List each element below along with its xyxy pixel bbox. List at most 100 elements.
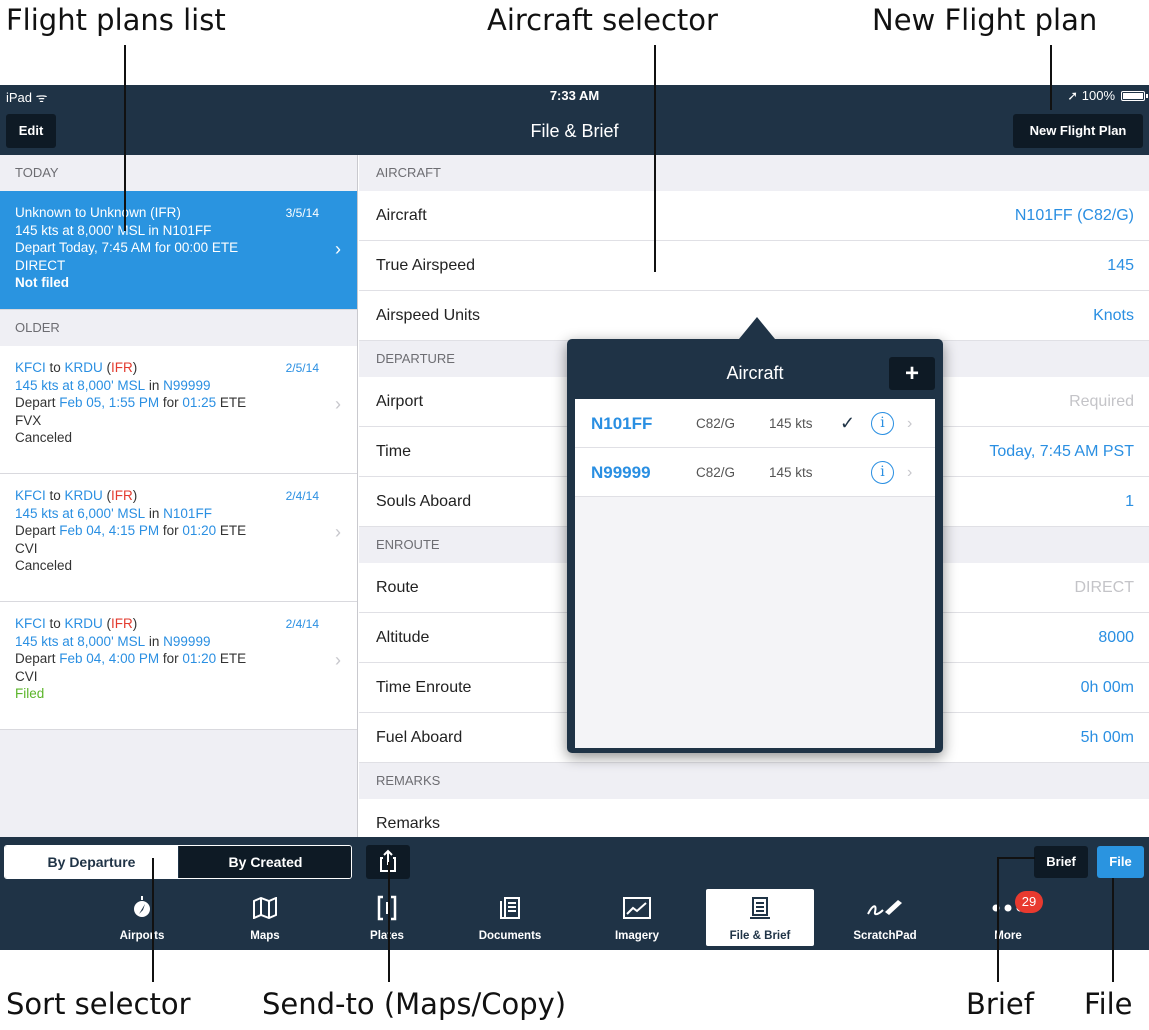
file-button[interactable]: File — [1097, 846, 1144, 878]
aircraft-type: C82/G — [696, 416, 736, 431]
route-field[interactable]: DIRECT — [1074, 563, 1134, 613]
tab-plates[interactable]: Plates — [333, 889, 441, 946]
time-value: Today, 7:45 AM PST — [989, 443, 1134, 460]
popover-arrow — [739, 317, 775, 339]
chevron-right-icon: › — [907, 415, 913, 432]
chevron-right-icon: › — [335, 394, 341, 414]
battery-icon — [1121, 91, 1148, 101]
section-header-older: OLDER — [0, 310, 357, 346]
imagery-icon — [623, 897, 651, 919]
file-brief-icon — [750, 897, 770, 919]
tab-documents[interactable]: Documents — [456, 889, 564, 946]
callout-sort-selector: Sort selector — [6, 987, 191, 1021]
callout-line-flight-plans — [124, 45, 126, 231]
plan-speed-altitude: 145 kts at 8,000' MSL in N101FF — [15, 222, 212, 238]
add-aircraft-button[interactable]: + — [889, 357, 935, 390]
aircraft-speed: 145 kts — [769, 465, 813, 480]
aircraft-tail: N101FF — [591, 414, 653, 433]
ipad-screen: iPad ᯤ 7:33 AM ➚ 100% Edit File & Brief … — [0, 85, 1149, 950]
status-bar: iPad ᯤ 7:33 AM ➚ 100% — [0, 85, 1149, 107]
aircraft-list-item[interactable]: N101FF C82/G 145 kts ✓ i › — [575, 399, 935, 448]
aircraft-value: N101FF (C82/G) — [1014, 207, 1134, 224]
flight-plan-row-selected[interactable]: Unknown to Unknown (IFR) 3/5/14 145 kts … — [0, 191, 357, 310]
callout-line-new-flight-plan — [1050, 45, 1052, 110]
plan-status: Filed — [15, 686, 45, 701]
plan-route: FVX — [15, 412, 42, 428]
plan-speed-altitude: 145 kts at 8,000' MSL in N99999 — [15, 633, 211, 649]
aircraft-selector-popover: Aircraft + N101FF C82/G 145 kts ✓ i › N9… — [567, 317, 943, 753]
status-right: ➚ 100% — [1067, 88, 1115, 103]
tab-bar: Airports Maps Plates Documents Imagery F… — [0, 887, 1149, 950]
callout-flight-plans-list: Flight plans list — [6, 3, 226, 37]
tab-imagery[interactable]: Imagery — [583, 889, 691, 946]
plan-speed-altitude: 145 kts at 6,000' MSL in N101FF — [15, 505, 212, 521]
checkmark-icon: ✓ — [840, 413, 856, 433]
plan-departure: Depart Feb 04, 4:15 PM for 01:20 ETE — [15, 523, 247, 538]
plan-date: 2/4/14 — [285, 617, 319, 631]
aircraft-row[interactable]: Aircraft N101FF (C82/G) — [359, 191, 1149, 241]
aircraft-list-item[interactable]: N99999 C82/G 145 kts i › — [575, 448, 935, 497]
plan-speed-altitude: 145 kts at 8,000' MSL in N99999 — [15, 377, 211, 393]
true-airspeed-row[interactable]: True Airspeed 145 — [359, 241, 1149, 291]
flight-plan-row[interactable]: KFCI to KRDU (IFR) 2/5/14 145 kts at 8,0… — [0, 346, 357, 474]
page-title: File & Brief — [530, 121, 619, 141]
tab-airports[interactable]: Airports — [88, 889, 196, 946]
documents-icon — [500, 897, 520, 919]
callout-new-flight-plan: New Flight plan — [872, 3, 1098, 37]
plates-icon — [377, 895, 397, 921]
plan-departure: Depart Feb 04, 4:00 PM for 01:20 ETE — [15, 651, 247, 666]
callout-line-brief-tick — [997, 857, 1035, 859]
tab-maps[interactable]: Maps — [211, 889, 319, 946]
location-arrow-icon: ➚ — [1067, 88, 1079, 103]
plan-status: Not filed — [15, 275, 69, 290]
sort-by-created-button[interactable]: By Created — [179, 846, 351, 878]
tab-file-brief[interactable]: File & Brief — [706, 889, 814, 946]
chevron-right-icon: › — [907, 464, 913, 481]
remarks-row[interactable]: Remarks — [359, 799, 1149, 837]
aircraft-type: C82/G — [696, 465, 736, 480]
altitude-value: 8000 — [1098, 629, 1134, 646]
callout-line-aircraft-selector — [654, 45, 656, 272]
tab-scratchpad[interactable]: ScratchPad — [831, 889, 939, 946]
plan-date: 3/5/14 — [285, 206, 319, 220]
nav-bar: Edit File & Brief New Flight Plan — [0, 107, 1149, 155]
souls-aboard-value: 1 — [1125, 493, 1134, 510]
callout-file: File — [1084, 987, 1133, 1021]
callout-line-send-to — [388, 862, 390, 982]
aircraft-list: N101FF C82/G 145 kts ✓ i › N99999 C82/G … — [575, 399, 935, 748]
section-header-aircraft: AIRCRAFT — [359, 155, 1149, 191]
brief-button[interactable]: Brief — [1034, 846, 1088, 878]
callout-aircraft-selector: Aircraft selector — [487, 3, 718, 37]
plan-route: CVI — [15, 668, 38, 684]
section-header-remarks: REMARKS — [359, 763, 1149, 799]
bottom-toolbar: By Departure By Created Brief File — [0, 837, 1149, 887]
callout-line-brief — [997, 857, 999, 982]
callout-line-sort-selector — [152, 858, 154, 982]
callout-brief: Brief — [966, 987, 1034, 1021]
popover-title: Aircraft — [726, 363, 784, 383]
airport-field[interactable]: Required — [1069, 377, 1134, 427]
tab-more[interactable]: More — [954, 889, 1062, 946]
callout-line-file — [1112, 878, 1114, 982]
plan-route: CVI — [15, 540, 38, 556]
chevron-right-icon: › — [335, 522, 341, 542]
plan-departure: Depart Feb 05, 1:55 PM for 01:25 ETE — [15, 395, 247, 410]
plan-departure: Depart Today, 7:45 AM for 00:00 ETE — [15, 240, 239, 255]
fuel-aboard-value: 5h 00m — [1080, 729, 1134, 746]
true-airspeed-value: 145 — [1107, 257, 1134, 274]
scratchpad-icon — [867, 900, 902, 916]
new-flight-plan-button[interactable]: New Flight Plan — [1013, 114, 1143, 148]
flight-plans-list: TODAY Unknown to Unknown (IFR) 3/5/14 14… — [0, 155, 358, 837]
aircraft-speed: 145 kts — [769, 416, 813, 431]
airspeed-units-value: Knots — [1093, 307, 1134, 324]
plan-date: 2/5/14 — [285, 361, 319, 375]
map-icon — [253, 897, 277, 919]
status-time: 7:33 AM — [549, 88, 600, 103]
flight-plan-row[interactable]: KFCI to KRDU (IFR) 2/4/14 145 kts at 6,0… — [0, 474, 357, 602]
info-icon[interactable]: i — [871, 412, 894, 435]
section-header-today: TODAY — [0, 155, 357, 191]
flight-plan-row[interactable]: KFCI to KRDU (IFR) 2/4/14 145 kts at 8,0… — [0, 602, 357, 730]
info-icon[interactable]: i — [871, 461, 894, 484]
chevron-right-icon: › — [335, 239, 341, 259]
time-enroute-value: 0h 00m — [1080, 679, 1134, 696]
